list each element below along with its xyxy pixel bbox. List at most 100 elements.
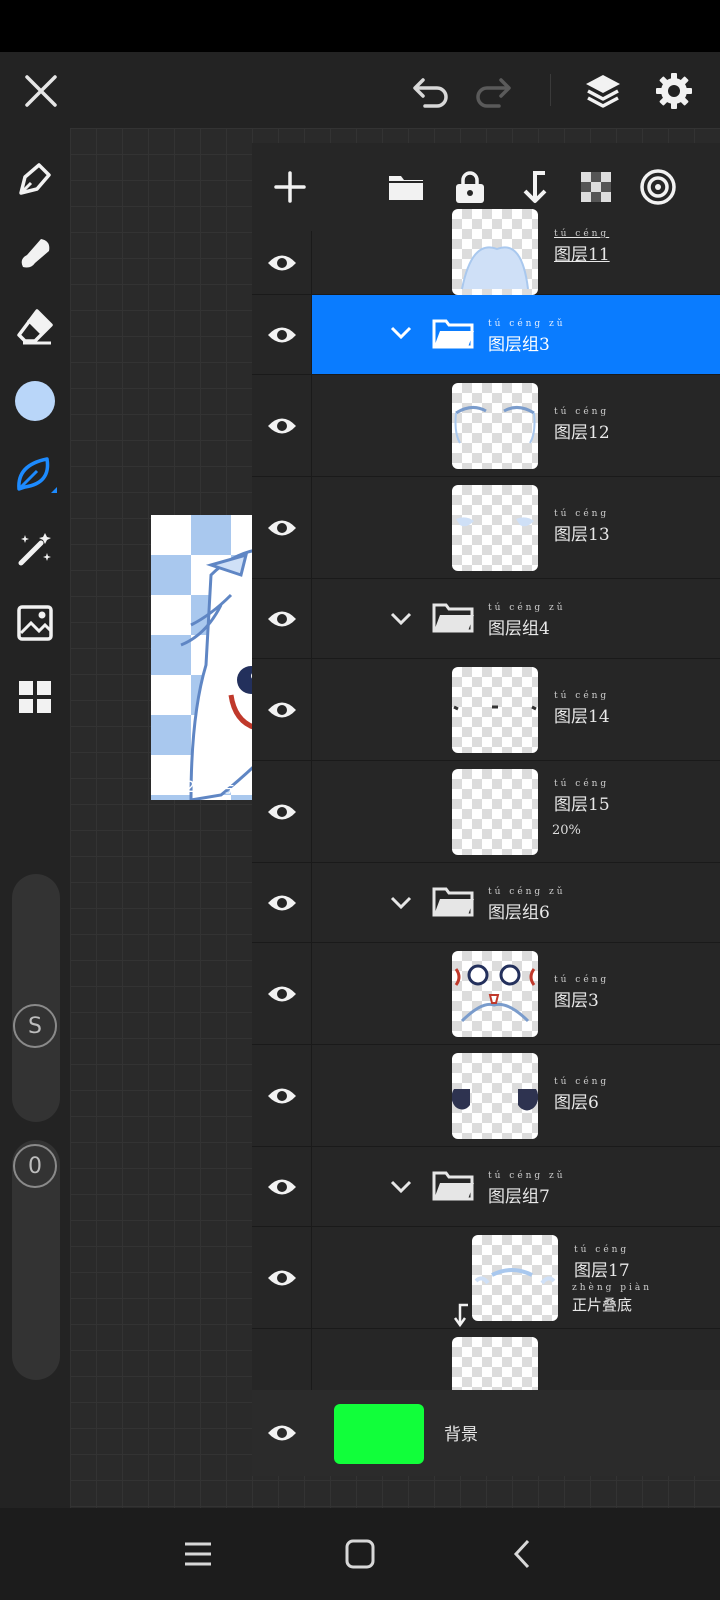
eye-icon[interactable] xyxy=(252,231,312,294)
close-icon[interactable] xyxy=(20,70,62,112)
layer-ruby: tú céng zǔ xyxy=(488,603,566,613)
layer-thumbnail xyxy=(452,667,538,753)
layer-row[interactable]: tú céng 图层3 xyxy=(252,943,720,1045)
layer-label: 图层组3 xyxy=(488,335,550,355)
chevron-down-icon[interactable] xyxy=(390,1179,412,1198)
back-icon[interactable] xyxy=(500,1532,544,1576)
eye-icon[interactable] xyxy=(252,1147,312,1226)
size-slider[interactable] xyxy=(12,874,60,1122)
menu-icon[interactable] xyxy=(176,1532,220,1576)
lock-icon[interactable] xyxy=(448,165,492,209)
layer-thumbnail xyxy=(452,383,538,469)
gear-icon[interactable] xyxy=(651,68,697,114)
layer-label: 图层13 xyxy=(554,525,610,545)
folder-open-icon xyxy=(432,317,476,355)
layer-label: 图层组6 xyxy=(488,903,550,923)
color-swatch[interactable] xyxy=(12,378,58,424)
eye-icon[interactable] xyxy=(252,295,312,374)
top-bar xyxy=(0,52,720,128)
layer-ruby: tú céng xyxy=(554,407,610,417)
background-layer-label: 背景 xyxy=(444,1425,478,1445)
layer-name: tú céng 图层3 xyxy=(554,975,609,1011)
layers-icon[interactable] xyxy=(580,68,626,114)
toolbar-divider xyxy=(550,74,551,106)
layer-name: tú céng 图层6 xyxy=(554,1077,609,1113)
layer-group-row[interactable]: tú céng zǔ 图层组4 xyxy=(252,579,720,659)
eye-icon[interactable] xyxy=(252,1390,312,1476)
chevron-down-icon[interactable] xyxy=(390,895,412,914)
home-icon[interactable] xyxy=(338,1532,382,1576)
background-layer-row[interactable]: 背景 xyxy=(252,1390,720,1476)
image-icon[interactable] xyxy=(12,600,58,646)
layer-name: tú céng 图层12 xyxy=(554,407,610,443)
layer-ruby: tú céng zǔ xyxy=(488,1171,566,1181)
layer-name: tú céng zǔ 图层组7 xyxy=(488,1171,566,1207)
blend-ruby: zhèng piàn xyxy=(572,1283,653,1293)
eye-icon[interactable] xyxy=(252,761,312,862)
layer-group-row[interactable]: tú céng zǔ 图层组6 xyxy=(252,863,720,943)
folder-open-icon xyxy=(432,601,476,639)
leaf-icon[interactable] xyxy=(12,452,58,498)
magic-wand-icon[interactable] xyxy=(12,526,58,572)
chevron-down-icon[interactable] xyxy=(390,325,412,344)
eye-icon[interactable] xyxy=(252,375,312,476)
layer-group-row[interactable]: tú céng zǔ 图层组3 xyxy=(252,295,720,375)
layer-label: 图层组4 xyxy=(488,619,550,639)
eye-icon[interactable] xyxy=(252,659,312,760)
chevron-down-icon[interactable] xyxy=(390,611,412,630)
eraser-icon[interactable] xyxy=(12,304,58,350)
eye-icon[interactable] xyxy=(252,863,312,942)
layer-row[interactable]: tú céng 图层11 xyxy=(252,209,720,295)
layer-group-row[interactable]: tú céng zǔ 图层组7 xyxy=(252,1147,720,1227)
layer-opacity: 20% xyxy=(552,823,581,838)
layer-label: 图层15 xyxy=(554,795,610,815)
layer-name: tú céng 图层13 xyxy=(554,509,610,545)
layer-ruby: tú céng xyxy=(554,975,610,985)
opacity-slider-label: 0 xyxy=(13,1144,57,1188)
layer-ruby: tú céng xyxy=(554,509,610,519)
layer-ruby: tú céng xyxy=(574,1245,630,1255)
layer-label: 图层14 xyxy=(554,707,610,727)
pen-icon[interactable] xyxy=(12,156,58,202)
layer-name: tú céng zǔ 图层组3 xyxy=(488,319,566,355)
layer-row[interactable]: tú céng 图层14 xyxy=(252,659,720,761)
blend-icon[interactable] xyxy=(636,165,680,209)
tool-rail: S 0 xyxy=(0,128,70,1508)
status-bar xyxy=(0,0,720,52)
alpha-lock-icon[interactable] xyxy=(574,165,618,209)
layer-label: 图层11 xyxy=(554,245,610,265)
layer-name: tú céng 图层17 xyxy=(574,1245,630,1281)
layer-row[interactable]: tú céng 图层6 xyxy=(252,1045,720,1147)
eye-icon[interactable] xyxy=(252,1045,312,1146)
eye-icon[interactable] xyxy=(252,579,312,658)
layer-row[interactable]: tú céng 图层15 20% xyxy=(252,761,720,863)
layer-label: 图层17 xyxy=(574,1261,630,1281)
layer-row[interactable]: tú céng 图层12 xyxy=(252,375,720,477)
eye-icon[interactable] xyxy=(252,1227,312,1328)
layer-thumbnail xyxy=(452,209,538,295)
eye-icon[interactable] xyxy=(252,477,312,578)
size-slider-label: S xyxy=(13,1004,57,1048)
undo-icon[interactable] xyxy=(410,70,452,112)
layer-label: 图层组7 xyxy=(488,1187,550,1207)
layer-ruby: tú céng xyxy=(554,691,610,701)
smudge-icon[interactable] xyxy=(12,230,58,276)
eye-icon[interactable] xyxy=(252,943,312,1044)
merge-down-icon[interactable] xyxy=(512,165,556,209)
redo-icon[interactable] xyxy=(472,70,514,112)
layer-label: 图层3 xyxy=(554,991,599,1011)
layer-ruby: tú céng xyxy=(554,229,610,239)
layer-row[interactable]: tú céng 图层13 xyxy=(252,477,720,579)
layer-name: tú céng zǔ 图层组6 xyxy=(488,887,566,923)
layer-row[interactable]: tú céng 图层17 zhèng piàn 正片叠底 xyxy=(252,1227,720,1329)
layer-name: tú céng 图层15 xyxy=(554,779,610,815)
layer-label: 图层12 xyxy=(554,423,610,443)
grid-icon[interactable] xyxy=(12,674,58,720)
layer-name: tú céng 图层11 xyxy=(554,229,610,265)
folder-icon[interactable] xyxy=(384,165,428,209)
artwork-caption: 233号:3 xyxy=(185,777,254,796)
layer-ruby: tú céng zǔ xyxy=(488,887,566,897)
background-color-swatch[interactable] xyxy=(334,1404,424,1464)
layer-blend-mode: zhèng piàn 正片叠底 xyxy=(572,1283,652,1315)
add-icon[interactable] xyxy=(268,165,312,209)
